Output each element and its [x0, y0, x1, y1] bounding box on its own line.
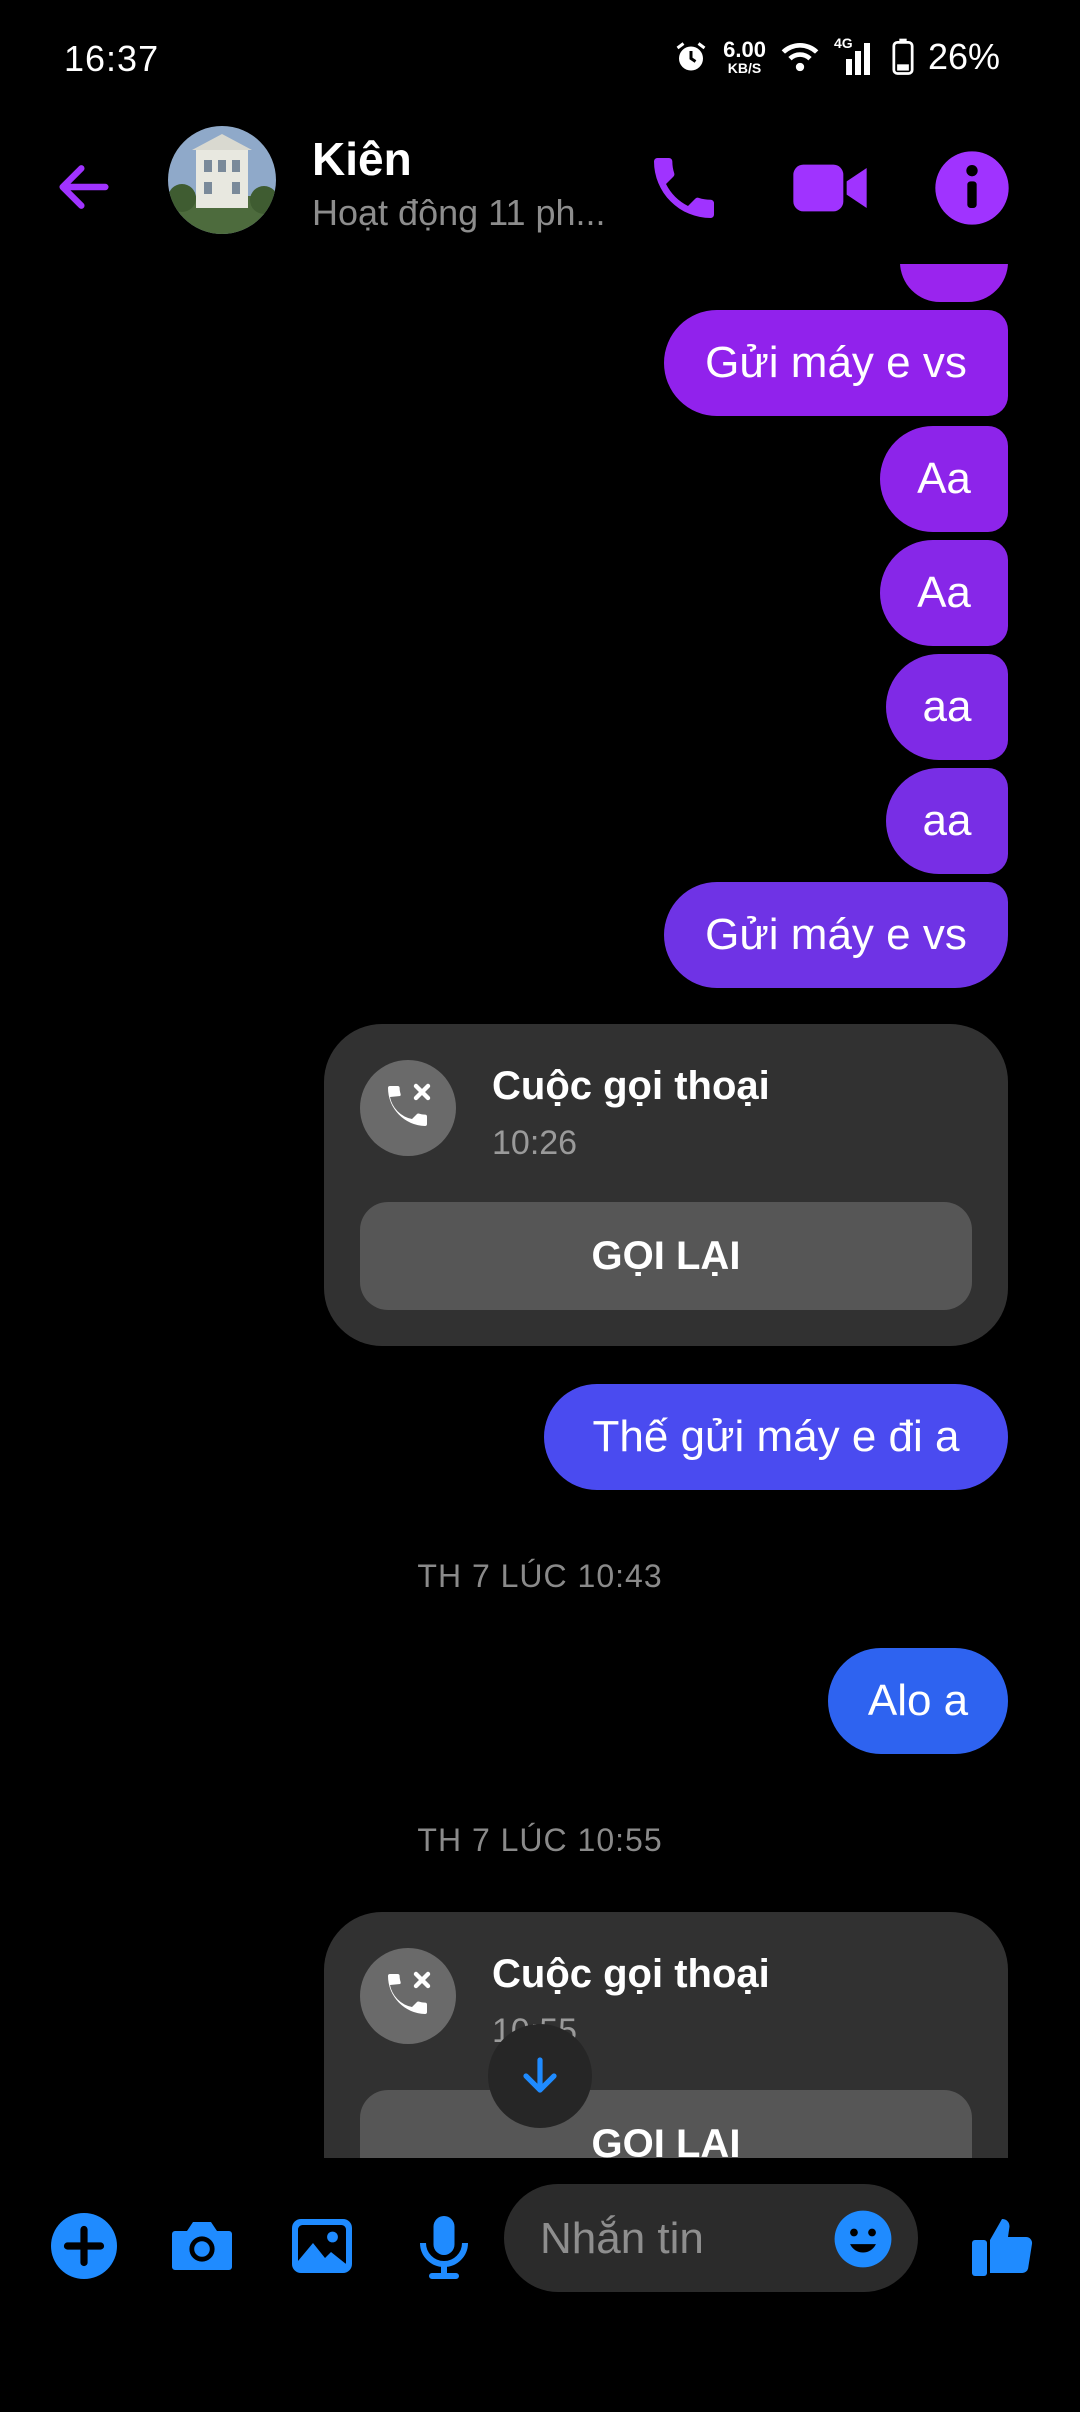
net-speed: 6.00 KB/S: [723, 37, 766, 76]
call-title: Cuộc gọi thoại: [492, 1952, 770, 1996]
call-back-button[interactable]: GỌI LẠI: [360, 2090, 972, 2158]
call-time: 10:26: [492, 1124, 578, 1162]
message-bubble[interactable]: Aa: [880, 426, 1008, 532]
wifi-icon: [781, 43, 819, 72]
image-icon[interactable]: [286, 2210, 358, 2282]
info-icon[interactable]: [932, 148, 1012, 228]
composer-bar: Nhắn tin: [0, 2158, 1080, 2412]
message-bubble[interactable]: Alo a: [828, 1648, 1008, 1754]
missed-call-icon: [360, 1948, 456, 2044]
thumbs-up-icon[interactable]: [966, 2210, 1038, 2282]
battery-percent: 26%: [927, 36, 1000, 77]
cell-signal-icon: 4G: [834, 35, 878, 75]
arrow-down-icon: [523, 2057, 557, 2093]
arrow-left-icon[interactable]: [52, 155, 116, 219]
contact-status: Hoạt động 11 ph...: [312, 192, 606, 233]
missed-call-card: Cuộc gọi thoại 10:55 GỌI LẠI: [324, 1912, 1008, 2158]
phone-icon[interactable]: [644, 148, 724, 228]
microphone-icon[interactable]: [408, 2210, 480, 2282]
contact-name[interactable]: Kiên: [312, 132, 412, 186]
message-bubble[interactable]: Aa: [880, 540, 1008, 646]
scroll-to-bottom-button[interactable]: [488, 2024, 592, 2128]
status-time: 16:37: [64, 38, 160, 79]
message-bubble[interactable]: aa: [886, 654, 1008, 760]
video-camera-icon[interactable]: [790, 148, 870, 228]
message-bubble[interactable]: Thế gửi máy e đi a: [544, 1384, 1008, 1490]
message-input[interactable]: Nhắn tin: [504, 2184, 918, 2292]
timestamp: TH 7 LÚC 10:55: [417, 1822, 663, 1858]
camera-icon[interactable]: [166, 2210, 238, 2282]
smiley-icon[interactable]: [832, 2208, 894, 2270]
missed-call-icon: [360, 1060, 456, 1156]
missed-call-card: Cuộc gọi thoại 10:26 GỌI LẠI: [324, 1024, 1008, 1346]
chat-header: Kiên Hoạt động 11 ph...: [0, 120, 1080, 260]
alarm-icon: [676, 42, 706, 71]
avatar[interactable]: [168, 126, 276, 234]
message-bubble[interactable]: aa: [886, 768, 1008, 874]
message-input-placeholder: Nhắn tin: [540, 2214, 704, 2263]
status-icons: 6.00 KB/S 4G 26%: [673, 35, 1000, 78]
call-back-button[interactable]: GỌI LẠI: [360, 1202, 972, 1310]
status-bar: 16:37 6.00 KB/S 4G 26%: [0, 0, 1080, 120]
plus-circle-icon[interactable]: [48, 2210, 120, 2282]
message-bubble[interactable]: Gửi máy e vs: [664, 882, 1008, 988]
call-title: Cuộc gọi thoại: [492, 1064, 770, 1108]
timestamp: TH 7 LÚC 10:43: [417, 1558, 663, 1594]
battery-icon: [892, 38, 914, 75]
message-bubble[interactable]: Gửi máy e vs: [664, 310, 1008, 416]
